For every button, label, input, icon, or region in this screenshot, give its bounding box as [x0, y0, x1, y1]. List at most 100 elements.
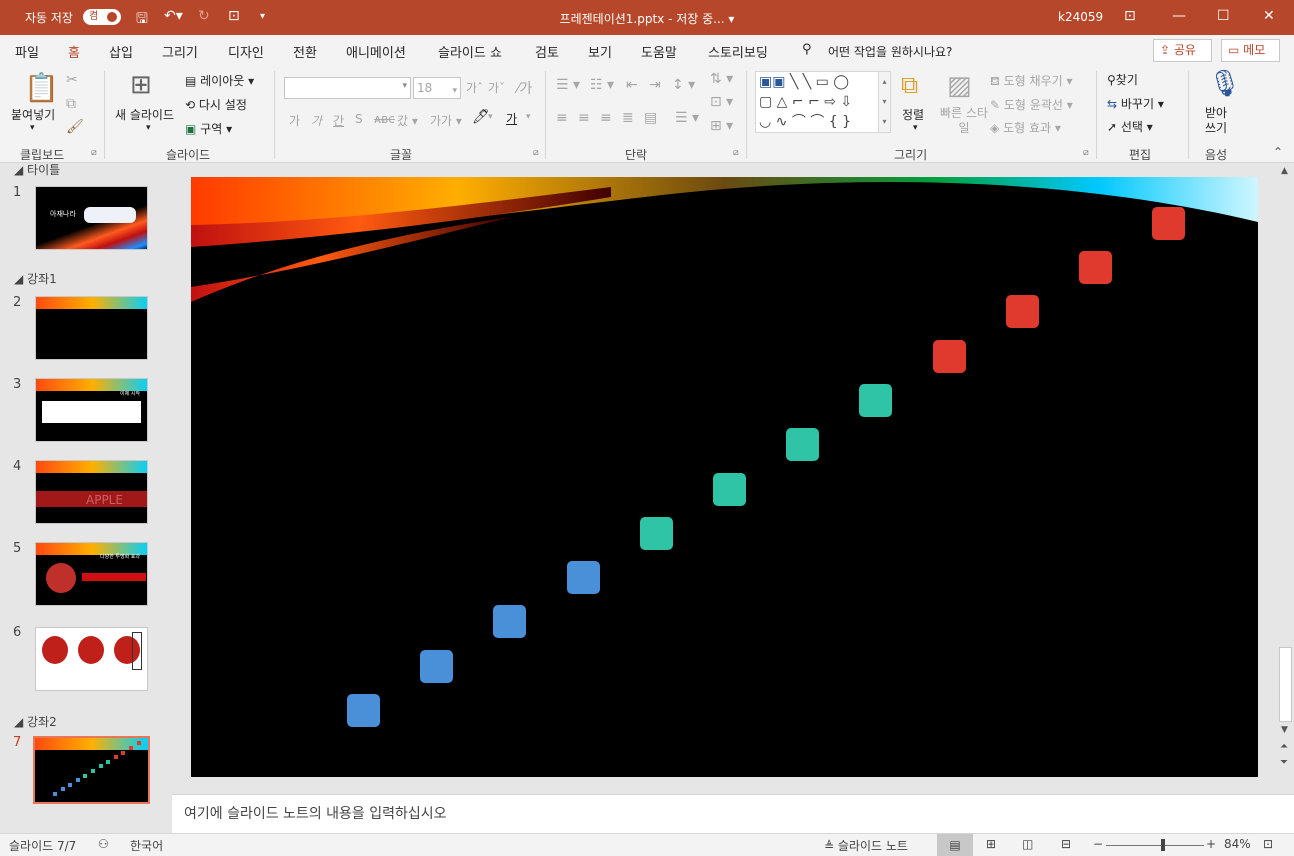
bold-icon[interactable]: 가 — [289, 112, 300, 129]
slide-thumbnail-6[interactable] — [35, 627, 148, 691]
line-spacing-icon[interactable]: ↕ ▾ — [672, 77, 695, 93]
paste-dropdown-icon[interactable]: ▾ — [30, 123, 35, 133]
section-button[interactable]: ▣ 구역 ▾ — [185, 120, 232, 137]
next-slide-icon[interactable]: ⏷ — [1280, 757, 1288, 768]
align-left-icon[interactable]: ≡ — [556, 110, 568, 126]
grow-font-icon[interactable]: 가ˆ — [466, 79, 483, 96]
copy-icon[interactable]: ⧉ — [66, 96, 76, 112]
increase-indent-icon[interactable]: ⇥ — [649, 77, 661, 93]
char-spacing-icon[interactable]: 갔 ▾ — [397, 112, 418, 129]
previous-slide-icon[interactable]: ⏶ — [1280, 741, 1288, 752]
zoom-level[interactable]: 84% — [1224, 837, 1251, 851]
align-center-icon[interactable]: ≡ — [578, 110, 590, 126]
section-lecture2[interactable]: ◢ 강좌2 — [14, 713, 57, 730]
tab-insert[interactable]: 삽입 — [109, 42, 133, 61]
paragraph-launcher-icon[interactable]: ⧄ — [733, 148, 739, 158]
current-slide[interactable] — [191, 177, 1258, 777]
columns-icon[interactable]: ☰ ▾ — [675, 110, 699, 126]
slide-square[interactable] — [639, 516, 673, 550]
user-name[interactable]: k24059 — [1058, 10, 1103, 24]
section-lecture1[interactable]: ◢ 강좌1 — [14, 270, 57, 287]
share-button[interactable]: ⇪ 공유 — [1153, 39, 1212, 62]
minimize-icon[interactable]: — — [1172, 8, 1186, 24]
slide-square[interactable] — [566, 561, 600, 595]
cut-icon[interactable]: ✂ — [66, 72, 78, 88]
comments-button[interactable]: ▭ 메모 — [1221, 39, 1280, 62]
align-text-icon[interactable]: ⊡ ▾ — [710, 94, 733, 110]
maximize-icon[interactable]: ☐ — [1217, 8, 1230, 24]
slide-square[interactable] — [859, 383, 893, 417]
justify-icon[interactable]: ≣ — [622, 110, 634, 126]
slide-square[interactable] — [1079, 251, 1112, 284]
drawing-launcher-icon[interactable]: ⧄ — [1083, 148, 1089, 158]
change-case-icon[interactable]: 가가 ▾ — [430, 112, 462, 129]
shrink-font-icon[interactable]: 가ˇ — [488, 79, 505, 96]
shape-fill-button[interactable]: ⛾ 도형 채우기 ▾ — [990, 72, 1073, 90]
notes-button[interactable]: ≜ 슬라이드 노트 — [824, 837, 908, 854]
italic-icon[interactable]: 가 — [311, 112, 322, 129]
accessibility-icon[interactable]: ⚇ — [98, 837, 109, 851]
paste-button[interactable]: 붙여넣기 — [11, 106, 55, 123]
tab-home[interactable]: 홈 — [68, 42, 80, 67]
microphone-icon[interactable]: 🎙 — [1208, 69, 1241, 99]
slide-thumbnail-3[interactable]: 이제 시작 — [35, 378, 148, 442]
close-icon[interactable]: ✕ — [1263, 8, 1275, 24]
slideshow-icon[interactable]: ⊟ — [1061, 837, 1071, 851]
tab-design[interactable]: 디자인 — [228, 42, 264, 61]
zoom-slider-knob[interactable] — [1160, 839, 1165, 851]
slide-thumbnail-5[interactable]: 다양한 투명화 효과 — [35, 542, 148, 606]
vertical-scrollbar[interactable]: ▲ ▼ ⏶ ⏷ — [1277, 163, 1294, 794]
clear-format-icon[interactable]: ⁄가 — [517, 78, 532, 98]
shapes-scroll-icon[interactable]: ▴ ▾ ▾ — [878, 71, 891, 133]
slide-square[interactable] — [932, 339, 966, 373]
zoom-slider[interactable] — [1106, 845, 1204, 846]
slide-square[interactable] — [1005, 295, 1039, 329]
paste-icon[interactable]: 📋 — [24, 71, 59, 104]
reset-button[interactable]: ⟲ 다시 설정 — [185, 96, 247, 113]
collapse-ribbon-icon[interactable]: ⌃ — [1273, 145, 1283, 159]
arrange-icon[interactable]: ⧉ — [901, 71, 918, 99]
slide-thumbnail-7[interactable] — [33, 736, 150, 804]
shape-outline-button[interactable]: ✎ 도형 윤곽선 ▾ — [990, 96, 1073, 113]
replace-button[interactable]: ⇆ 바꾸기 ▾ — [1107, 95, 1164, 112]
scroll-down-icon[interactable]: ▼ — [1281, 725, 1288, 735]
slide-square[interactable] — [347, 694, 380, 727]
scrollbar-thumb[interactable] — [1279, 647, 1292, 722]
quick-styles-button[interactable]: 빠른 스타일 — [938, 106, 990, 136]
tell-me-search[interactable]: 어떤 작업을 원하시나요? — [828, 43, 952, 60]
tab-file[interactable]: 파일 — [15, 42, 39, 61]
ribbon-display-icon[interactable]: ⊡ — [1124, 8, 1136, 24]
textbox-icon[interactable]: ▣ — [759, 74, 772, 90]
highlight-dropdown-icon[interactable]: ▾ — [488, 112, 493, 122]
shape-effects-button[interactable]: ◈ 도형 효과 ▾ — [990, 119, 1061, 136]
dictate-button[interactable]: 받아 쓰기 — [1205, 106, 1235, 136]
zoom-in-icon[interactable]: + — [1206, 837, 1216, 851]
section-title[interactable]: ◢ 타이틀 — [14, 161, 60, 178]
font-size-dropdown-icon[interactable]: ▾ — [452, 81, 457, 101]
new-slide-button[interactable]: 새 슬라이드 — [115, 106, 174, 123]
language-status[interactable]: 한국어 — [130, 837, 163, 854]
tab-animations[interactable]: 애니메이션 — [346, 42, 406, 61]
shapes-gallery[interactable]: ▣▣ ╲ ╲ ▭ ◯ ▢ △ ⌐ ⌐ ⇨ ⇩ ◡ ∿ ⌒ ⌒ { } — [755, 71, 891, 133]
font-size-box[interactable]: 18 ▾ — [413, 77, 461, 99]
tab-storyboarding[interactable]: 스토리보딩 — [708, 42, 768, 61]
font-color-dropdown-icon[interactable]: ▾ — [526, 112, 531, 122]
align-right-icon[interactable]: ≡ — [600, 110, 612, 126]
arrange-dropdown-icon[interactable]: ▾ — [913, 123, 918, 133]
distributed-icon[interactable]: ▤ — [644, 110, 657, 126]
slide-square[interactable] — [493, 605, 527, 639]
fit-to-window-icon[interactable]: ⊡ — [1263, 837, 1273, 851]
new-slide-icon[interactable]: ⊞ — [130, 70, 152, 100]
slide-sorter-icon[interactable]: ⊞ — [986, 837, 996, 851]
tab-review[interactable]: 검토 — [535, 42, 559, 61]
tab-help[interactable]: 도움말 — [641, 42, 677, 61]
normal-view-icon[interactable]: ▤ — [937, 834, 973, 856]
find-button[interactable]: ⚲찾기 — [1107, 71, 1138, 88]
format-painter-icon[interactable]: 🖌 — [66, 119, 84, 135]
font-dropdown-icon[interactable]: ▾ — [402, 81, 407, 91]
slide-thumbnail-2[interactable] — [35, 296, 148, 360]
layout-button[interactable]: ▤ 레이아웃 ▾ — [185, 72, 254, 89]
font-launcher-icon[interactable]: ⧄ — [533, 148, 539, 158]
zoom-out-icon[interactable]: − — [1093, 837, 1103, 851]
numbering-icon[interactable]: ☷ ▾ — [590, 77, 614, 93]
